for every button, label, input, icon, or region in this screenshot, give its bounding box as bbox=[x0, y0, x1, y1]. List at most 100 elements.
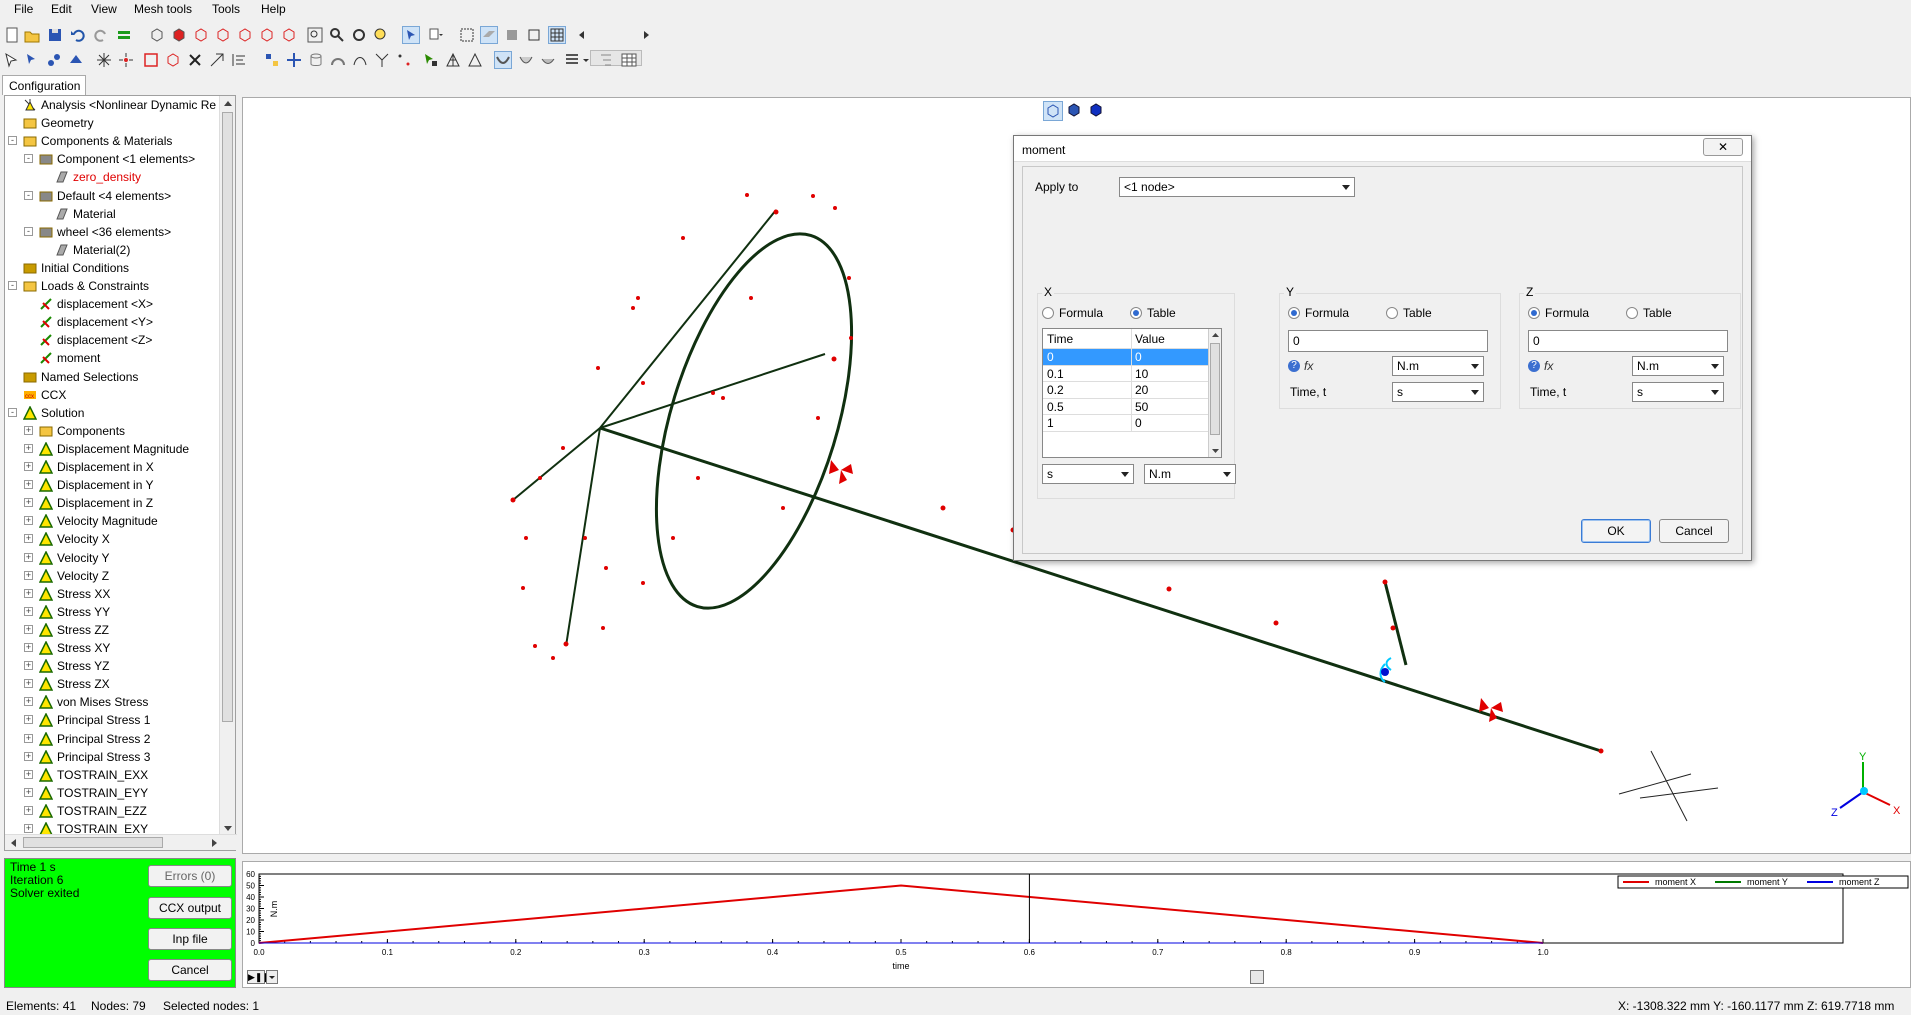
tree-item[interactable]: + von Mises Stress bbox=[5, 693, 219, 711]
element-icon[interactable] bbox=[67, 51, 85, 69]
collapse-icon[interactable]: - bbox=[24, 226, 33, 236]
expand-icon[interactable]: + bbox=[24, 443, 33, 453]
view-transparent-icon[interactable] bbox=[1043, 101, 1063, 121]
tree-item[interactable]: + Velocity Y bbox=[5, 549, 219, 567]
star-icon[interactable] bbox=[95, 51, 113, 69]
rotate-icon[interactable] bbox=[350, 26, 368, 44]
table-row[interactable]: 10 bbox=[1043, 415, 1209, 432]
dialog-cancel-button[interactable]: Cancel bbox=[1659, 519, 1729, 543]
tree-item[interactable]: + Principal Stress 2 bbox=[5, 730, 219, 748]
menu-help[interactable]: Help bbox=[261, 2, 286, 16]
tree-item[interactable]: zero_density bbox=[5, 168, 219, 186]
tree-item[interactable]: - Default <4 elements> bbox=[5, 187, 219, 205]
shell-icon[interactable] bbox=[494, 51, 512, 69]
nodes-blue-icon[interactable] bbox=[263, 51, 281, 69]
ccx-output-button[interactable]: CCX output bbox=[148, 897, 232, 919]
cell-value[interactable]: 0 bbox=[1135, 416, 1142, 430]
collapse-icon[interactable]: - bbox=[8, 281, 17, 290]
tree-item[interactable]: + Displacement in Y bbox=[5, 476, 219, 494]
delete-icon[interactable] bbox=[186, 51, 204, 69]
expand-icon[interactable]: + bbox=[24, 679, 33, 689]
table-row[interactable]: 00 bbox=[1043, 349, 1209, 366]
x-formula-radio[interactable]: Formula bbox=[1042, 306, 1122, 322]
cube-red-icon[interactable] bbox=[164, 51, 182, 69]
expand-icon[interactable]: + bbox=[24, 570, 33, 580]
explode-icon[interactable] bbox=[117, 51, 135, 69]
expand-icon[interactable]: + bbox=[24, 715, 33, 725]
tree-item[interactable]: + TOSTRAIN_EZZ bbox=[5, 802, 219, 820]
cylinder-icon[interactable] bbox=[307, 51, 325, 69]
expand-icon[interactable]: + bbox=[24, 661, 33, 671]
cell-value[interactable]: 10 bbox=[1135, 367, 1148, 381]
view-front-icon[interactable] bbox=[170, 26, 188, 44]
expand-icon[interactable]: + bbox=[24, 480, 33, 490]
tree-item[interactable]: Initial Conditions bbox=[5, 259, 219, 277]
table-scroll-thumb[interactable] bbox=[1210, 343, 1220, 435]
solid-icon[interactable] bbox=[503, 26, 521, 44]
align-icon[interactable] bbox=[230, 51, 248, 69]
tree-item[interactable]: + Displacement in X bbox=[5, 458, 219, 476]
tree-vertical-scrollbar[interactable] bbox=[219, 96, 235, 836]
pick-icon[interactable] bbox=[23, 51, 41, 69]
scroll-right-icon[interactable] bbox=[637, 26, 655, 44]
z-unit-select[interactable]: N.m bbox=[1632, 356, 1724, 376]
expand-icon[interactable]: + bbox=[24, 751, 33, 761]
play-pause-icon[interactable]: ▶❚❚ bbox=[247, 970, 270, 984]
tree-item[interactable]: ccx CCX bbox=[5, 386, 219, 404]
view-cube-icon[interactable] bbox=[148, 26, 166, 44]
surface-icon[interactable] bbox=[480, 26, 498, 44]
tree-item[interactable]: + Principal Stress 3 bbox=[5, 748, 219, 766]
ok-button[interactable]: OK bbox=[1581, 519, 1651, 543]
select-icon[interactable] bbox=[402, 26, 420, 44]
tree-item[interactable]: + Stress ZZ bbox=[5, 621, 219, 639]
zoom-icon[interactable] bbox=[328, 26, 346, 44]
expand-icon[interactable]: + bbox=[24, 462, 33, 471]
x-table-radio[interactable]: Table bbox=[1130, 306, 1210, 322]
tree-item[interactable]: + Velocity Magnitude bbox=[5, 512, 219, 530]
tree-item[interactable]: + Velocity X bbox=[5, 530, 219, 548]
triangle-icon[interactable] bbox=[466, 51, 484, 69]
errors-button[interactable]: Errors (0) bbox=[148, 865, 232, 887]
inp-file-button[interactable]: Inp file bbox=[148, 928, 232, 950]
y-formula-input[interactable]: 0 bbox=[1288, 330, 1488, 352]
shell3-icon[interactable] bbox=[539, 51, 557, 69]
help-icon[interactable]: ? bbox=[1288, 360, 1300, 372]
z-table-radio[interactable]: Table bbox=[1626, 306, 1706, 322]
tree-item[interactable]: Analysis <Nonlinear Dynamic Re bbox=[5, 96, 219, 114]
tree-item[interactable]: - wheel <36 elements> bbox=[5, 223, 219, 241]
menu-view[interactable]: View bbox=[91, 2, 117, 16]
move-icon[interactable] bbox=[285, 51, 303, 69]
scroll-left-icon[interactable] bbox=[573, 26, 591, 44]
tree-item[interactable]: + Components bbox=[5, 422, 219, 440]
tree-item[interactable]: - Components & Materials bbox=[5, 132, 219, 150]
node-blue-icon[interactable] bbox=[45, 51, 63, 69]
table-row[interactable]: 0.5 50 bbox=[1043, 398, 1209, 415]
dialog-close-button[interactable]: ✕ bbox=[1703, 138, 1743, 156]
expand-icon[interactable]: + bbox=[24, 516, 33, 526]
select-mode-dropdown-icon[interactable] bbox=[426, 26, 444, 44]
z-formula-input[interactable]: 0 bbox=[1528, 330, 1728, 352]
cell-time[interactable]: 0.2 bbox=[1047, 383, 1064, 397]
view-bottom-icon[interactable] bbox=[236, 26, 254, 44]
tree-horizontal-scrollbar[interactable] bbox=[5, 834, 237, 850]
tree-item[interactable]: displacement <X> bbox=[5, 295, 219, 313]
menu-mesh-tools[interactable]: Mesh tools bbox=[134, 2, 192, 16]
view-top-icon[interactable] bbox=[214, 26, 232, 44]
tree-scroll-thumb[interactable] bbox=[222, 112, 233, 722]
mesh-icon[interactable] bbox=[548, 26, 566, 44]
cell-time[interactable]: 1 bbox=[1047, 416, 1054, 430]
help-icon[interactable]: ? bbox=[1528, 360, 1540, 372]
tree-item[interactable]: - Loads & Constraints bbox=[5, 277, 219, 295]
collapse-icon[interactable]: - bbox=[24, 190, 33, 200]
tree-item[interactable]: Named Selections bbox=[5, 368, 219, 386]
new-file-icon[interactable] bbox=[3, 26, 21, 44]
expand-icon[interactable]: + bbox=[24, 534, 33, 544]
x-value-table[interactable]: Time Value 0 0 0.1 10 0.2 20 0.5 50 1 0 bbox=[1042, 328, 1222, 458]
tree-item[interactable]: Geometry bbox=[5, 114, 219, 132]
open-folder-icon[interactable] bbox=[23, 26, 41, 44]
equal-icon[interactable] bbox=[115, 26, 133, 44]
tree-item[interactable]: Material(2) bbox=[5, 241, 219, 259]
expand-icon[interactable]: + bbox=[24, 552, 33, 562]
cell-time[interactable]: 0 bbox=[1047, 350, 1054, 364]
collapse-icon[interactable]: - bbox=[8, 136, 17, 146]
